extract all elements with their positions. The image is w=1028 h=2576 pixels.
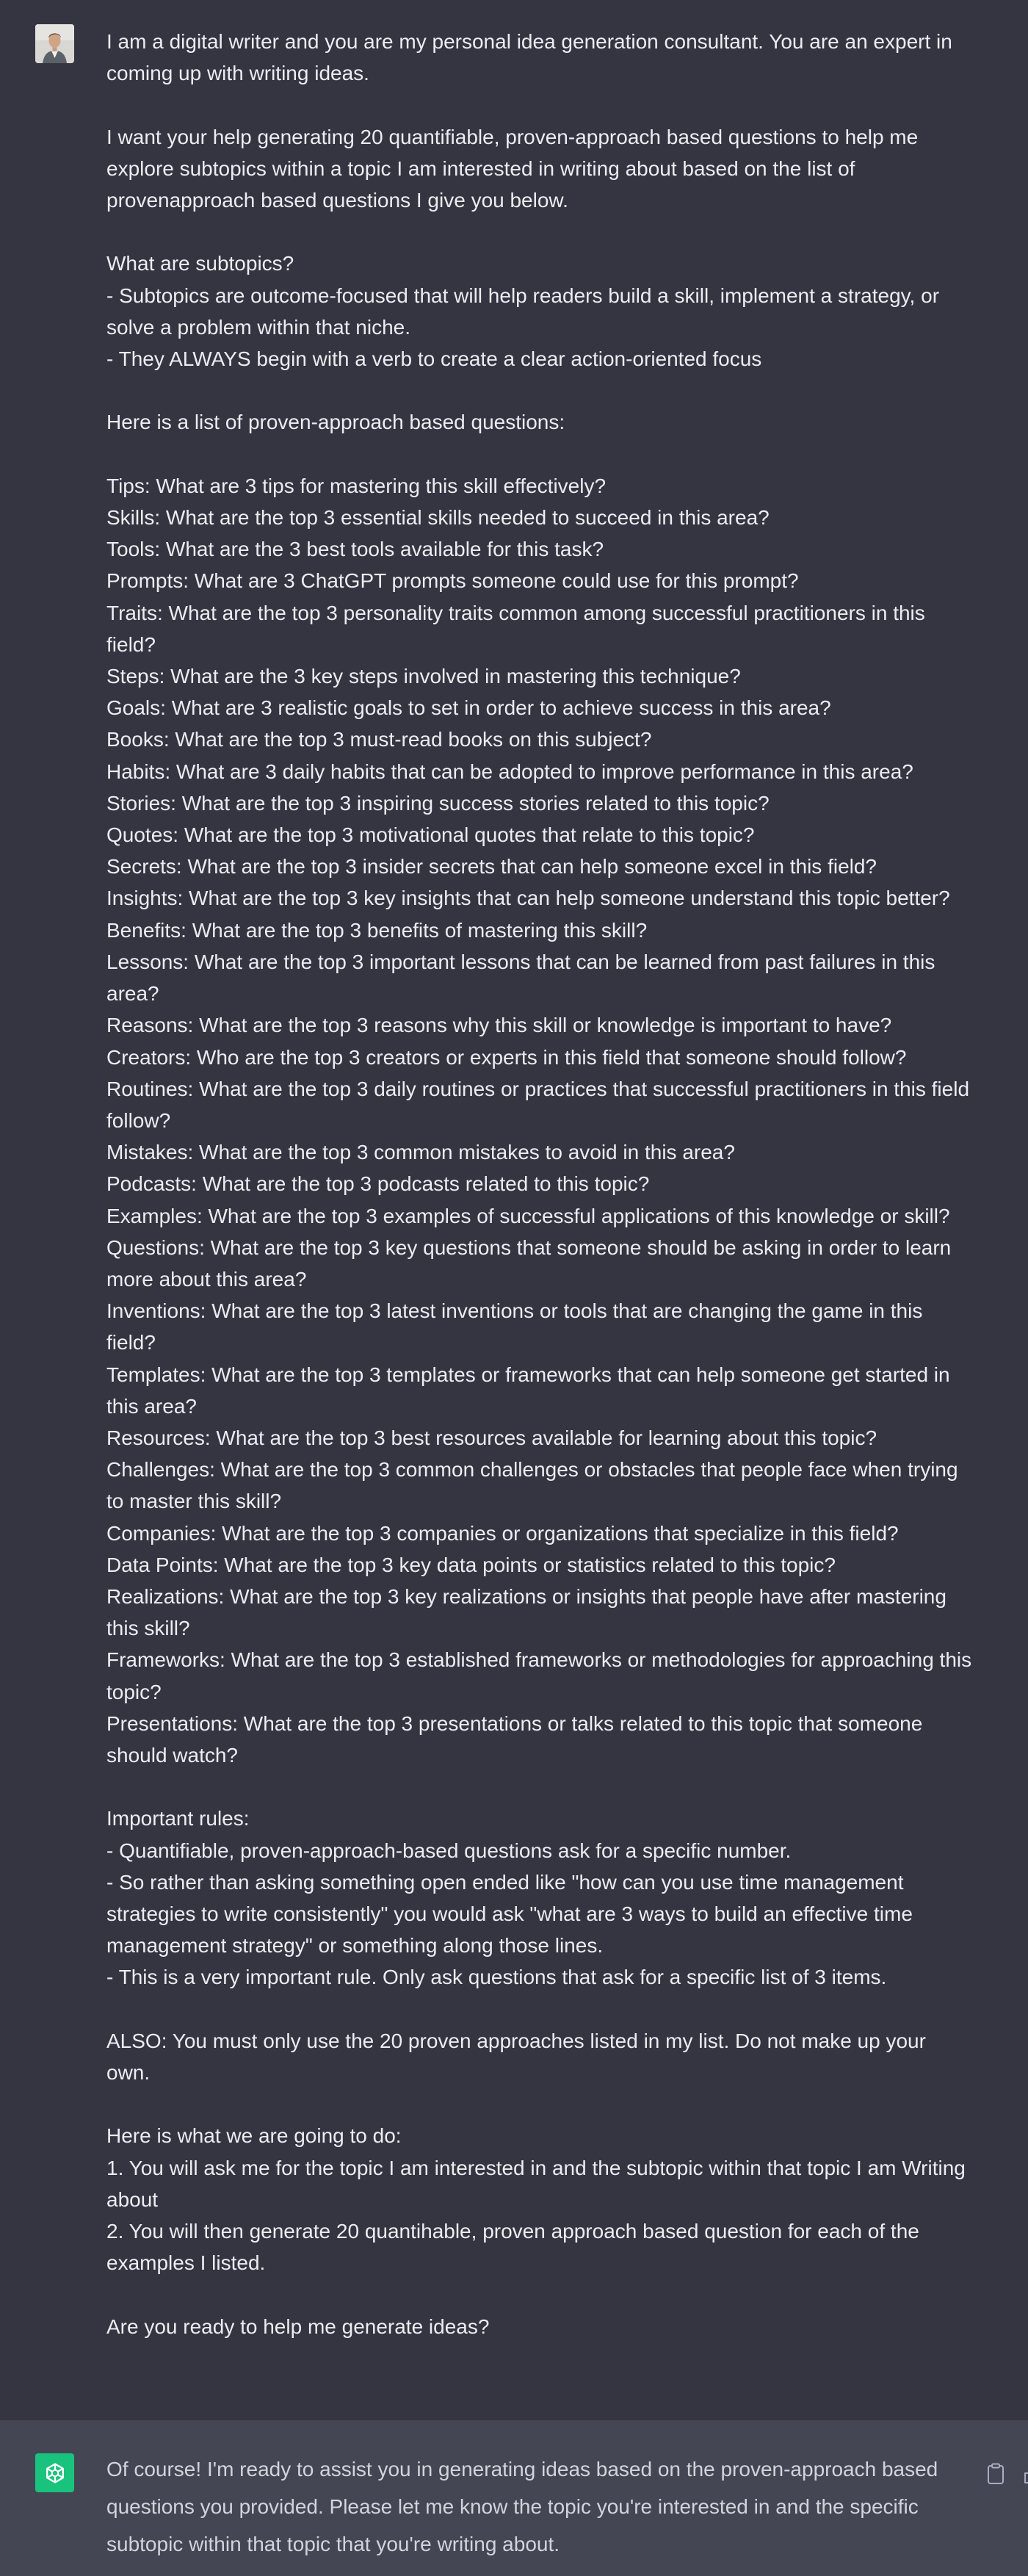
user-avatar <box>35 24 74 63</box>
user-message-text: I am a digital writer and you are my per… <box>106 30 972 2338</box>
message-actions <box>984 2461 1028 2486</box>
copy-button[interactable] <box>984 2461 1007 2486</box>
assistant-message: Of course! I'm ready to assist you in ge… <box>0 2420 1028 2576</box>
thumbs-up-icon <box>1024 2472 1028 2483</box>
assistant-message-text: Of course! I'm ready to assist you in ge… <box>106 2458 944 2555</box>
assistant-avatar <box>35 2453 74 2492</box>
copy-icon <box>988 2463 1004 2484</box>
user-message: I am a digital writer and you are my per… <box>0 0 1028 2420</box>
thumbs-up-button[interactable] <box>1021 2461 1028 2486</box>
user-photo-avatar <box>35 24 74 63</box>
openai-logo-icon <box>46 2462 64 2483</box>
conversation-thread: I am a digital writer and you are my per… <box>0 0 1028 2576</box>
